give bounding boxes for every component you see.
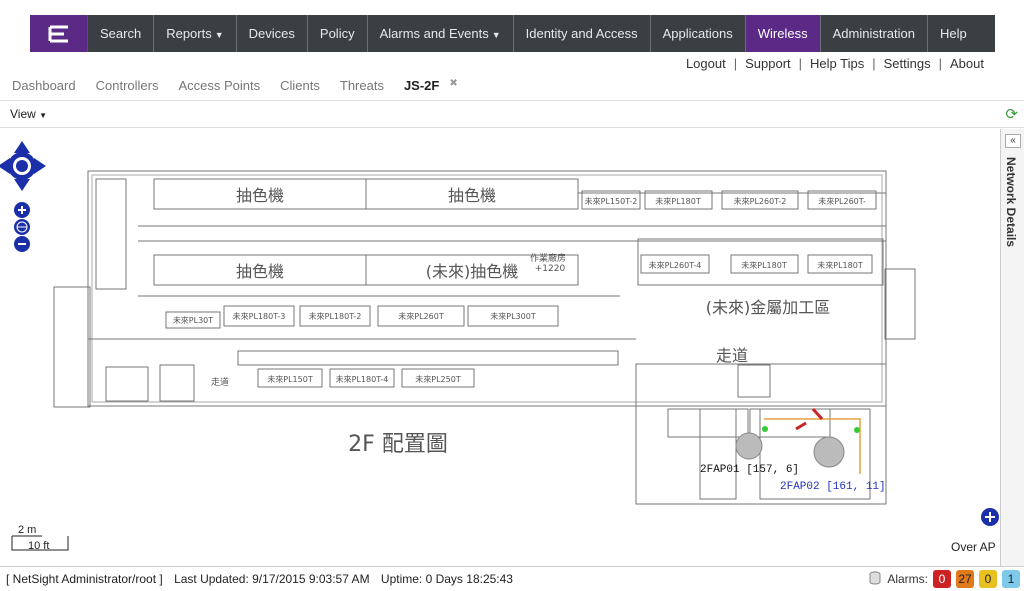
zoom-in-icon[interactable]	[14, 202, 30, 218]
pan-control-icon[interactable]	[0, 141, 46, 191]
floor-plan-drawing: 抽色機 抽色機 抽色機 (未來)抽色機 (未來)金屬加工區 走道 2F 配置圖 …	[0, 141, 999, 554]
over-ap-control[interactable]: Over AP	[951, 508, 999, 554]
tab-js-2f[interactable]: JS-2F	[404, 78, 439, 93]
minor-alarms-badge[interactable]: 0	[979, 570, 997, 588]
room-label: (未來)金屬加工區	[706, 298, 831, 317]
alarms-label: Alarms:	[887, 572, 928, 586]
nav-applications[interactable]: Applications	[651, 15, 746, 52]
machine-label: 未來PL180T	[655, 196, 701, 206]
help-tips-link[interactable]: Help Tips	[810, 56, 864, 71]
access-point-icon[interactable]	[813, 436, 845, 468]
access-points: 2FAP01 [157, 6] 2FAP02 [161, 11]	[700, 407, 886, 493]
machine-label: 未來PL150T-2	[585, 196, 638, 206]
machine-label: 未來PL260T-	[818, 196, 866, 206]
machine-label: 未來PL180T-2	[309, 311, 362, 321]
network-details-label[interactable]: Network Details	[1004, 157, 1018, 247]
map-toolbar: View ▼ ⟳	[0, 100, 1024, 128]
nav-administration[interactable]: Administration	[821, 15, 928, 52]
machine-label: 未來PL180T-4	[336, 374, 389, 384]
info-alarms-badge[interactable]: 1	[1002, 570, 1020, 588]
expand-panel-icon[interactable]: «	[1005, 134, 1021, 148]
utility-links: Logout | Support | Help Tips | Settings | Ab…	[685, 56, 984, 71]
tab-threats[interactable]: Threats	[340, 78, 384, 93]
tab-access-points[interactable]: Access Points	[178, 78, 260, 93]
chevron-down-icon: ▼	[214, 30, 224, 40]
machine-label: 未來PL260T-2	[734, 196, 787, 206]
major-alarms-badge[interactable]: 27	[956, 570, 974, 588]
user-info: [ NetSight Administrator/root ]	[6, 572, 163, 586]
scale-meters: 2 m	[18, 524, 36, 536]
nav-search[interactable]: Search	[88, 15, 155, 52]
room-label: +1220	[535, 264, 566, 274]
nav-devices[interactable]: Devices	[237, 15, 308, 52]
machine-label: 未來PL180T	[741, 260, 787, 270]
machine-label: 未來PL180T-3	[233, 311, 286, 321]
nav-help[interactable]: Help	[928, 15, 979, 52]
tab-controllers[interactable]: Controllers	[96, 78, 159, 93]
about-link[interactable]: About	[950, 56, 984, 71]
refresh-icon[interactable]: ⟳	[1005, 105, 1018, 123]
tab-dashboard[interactable]: Dashboard	[12, 78, 76, 93]
support-link[interactable]: Support	[745, 56, 791, 71]
map-navigation	[0, 141, 46, 252]
scale-feet: 10 ft	[28, 540, 49, 552]
critical-alarms-badge[interactable]: 0	[933, 570, 951, 588]
room-label: 抽色機	[448, 186, 496, 205]
map-scale: 2 m 10 ft	[11, 524, 69, 552]
close-tab-icon[interactable]: ✖	[449, 78, 457, 93]
floor-title: 2F 配置圖	[348, 432, 448, 457]
over-ap-label: Over AP	[951, 540, 996, 554]
logout-link[interactable]: Logout	[686, 56, 726, 71]
wireless-subtabs: Dashboard Controllers Access Points Clie…	[12, 78, 458, 93]
nav-identity-and-access[interactable]: Identity and Access	[514, 15, 651, 52]
machine-label: 未來PL180T	[817, 260, 863, 270]
tab-clients[interactable]: Clients	[280, 78, 320, 93]
last-updated: Last Updated: 9/17/2015 9:03:57 AM	[174, 572, 370, 586]
room-label: 作業廠房	[530, 252, 566, 264]
machine-label: 未來PL30T	[173, 315, 213, 325]
machine-label: 未來PL150T	[267, 374, 313, 384]
ap-label-2fap02[interactable]: 2FAP02 [161, 11]	[780, 481, 886, 493]
floor-map[interactable]: 抽色機 抽色機 抽色機 (未來)抽色機 (未來)金屬加工區 走道 2F 配置圖 …	[0, 129, 1000, 566]
room-label: 走道	[211, 376, 229, 388]
globe-icon[interactable]	[14, 219, 30, 235]
extreme-logo-icon[interactable]	[30, 15, 88, 52]
room-label: 抽色機	[236, 186, 284, 205]
view-menu[interactable]: View ▼	[10, 107, 47, 121]
chevron-down-icon: ▼	[39, 111, 48, 120]
nav-alarms-and-events[interactable]: Alarms and Events ▼	[368, 15, 514, 52]
machine-label: 未來PL260T-4	[649, 260, 702, 270]
ap-label-2fap01[interactable]: 2FAP01 [157, 6]	[700, 464, 799, 476]
machine-label: 未來PL250T	[415, 374, 461, 384]
status-bar: [ NetSight Administrator/root ] Last Upd…	[0, 566, 1024, 591]
machine-label: 未來PL260T	[398, 311, 444, 321]
room-label: (未來)抽色機	[426, 262, 519, 281]
settings-link[interactable]: Settings	[884, 56, 931, 71]
access-point-icon[interactable]	[735, 432, 763, 460]
nav-policy[interactable]: Policy	[308, 15, 368, 52]
nav-wireless[interactable]: Wireless	[745, 15, 821, 52]
network-details-panel: « Network Details	[1000, 129, 1024, 566]
chevron-down-icon: ▼	[491, 30, 501, 40]
uptime: Uptime: 0 Days 18:25:43	[380, 572, 513, 586]
machine-label: 未來PL300T	[490, 311, 536, 321]
zoom-out-icon[interactable]	[14, 236, 30, 252]
database-icon	[869, 571, 881, 588]
nav-reports[interactable]: Reports ▼	[154, 15, 237, 52]
room-label: 抽色機	[236, 262, 284, 281]
top-navigation: Search Reports ▼ Devices Policy Alarms an…	[30, 15, 995, 52]
room-label: 走道	[716, 346, 748, 365]
